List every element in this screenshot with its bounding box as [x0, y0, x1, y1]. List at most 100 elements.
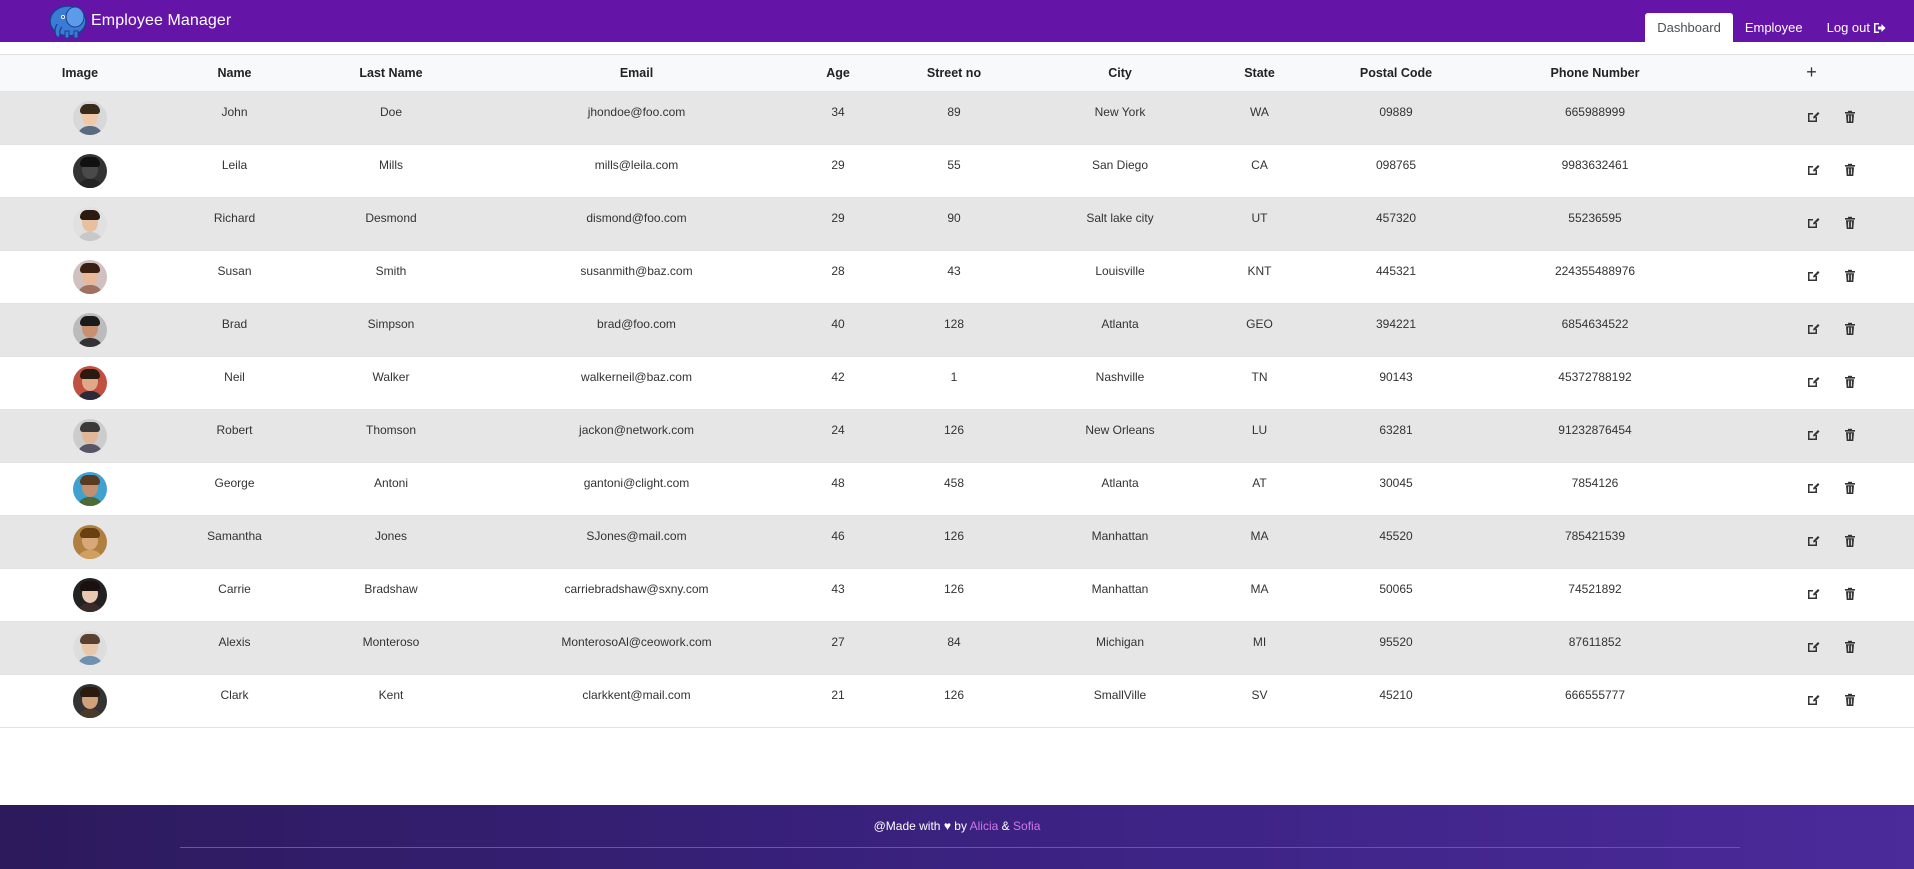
- cell-age: 27: [831, 635, 845, 649]
- image-cell: [0, 251, 160, 304]
- cell-city: New Orleans: [1085, 423, 1155, 437]
- header-image: Image: [61, 66, 99, 80]
- cell-last-name: Simpson: [367, 317, 415, 331]
- image-cell: [0, 516, 160, 569]
- edit-icon[interactable]: [1806, 110, 1820, 124]
- actions-cell: [1709, 92, 1914, 145]
- cell-email: carriebradshaw@sxny.com: [564, 582, 709, 596]
- trash-icon[interactable]: [1843, 428, 1857, 442]
- table-row: George Antoni gantoni@clight.com 48 458 Atlan…: [0, 462, 1914, 516]
- trash-icon[interactable]: [1843, 587, 1857, 601]
- footer: @Made with ♥ by Alicia & Sofia: [0, 805, 1914, 869]
- cell-age: 46: [831, 529, 845, 543]
- trash-icon[interactable]: [1843, 375, 1857, 389]
- trash-icon[interactable]: [1843, 269, 1857, 283]
- cell-name: Richard: [213, 211, 256, 225]
- trash-icon[interactable]: [1843, 163, 1857, 177]
- cell-name: Clark: [220, 688, 249, 702]
- cell-city: Louisville: [1095, 264, 1145, 278]
- avatar: [72, 578, 107, 612]
- image-cell: [0, 675, 160, 728]
- cell-age: 42: [831, 370, 845, 384]
- trash-icon[interactable]: [1843, 110, 1857, 124]
- cell-last-name: Smith: [375, 264, 407, 278]
- cell-street-no: 55: [947, 158, 961, 172]
- cell-street-no: 126: [943, 582, 965, 596]
- avatar: [72, 366, 107, 400]
- edit-icon[interactable]: [1806, 481, 1820, 495]
- actions-cell: [1709, 675, 1914, 728]
- cell-city: New York: [1094, 105, 1146, 119]
- author-link-alicia[interactable]: Alicia: [970, 819, 999, 833]
- trash-icon[interactable]: [1843, 693, 1857, 707]
- header-city: City: [1108, 66, 1132, 80]
- trash-icon[interactable]: [1843, 640, 1857, 654]
- avatar: [72, 472, 107, 506]
- cell-state: SV: [1251, 688, 1268, 702]
- employee-table: Image Name Last Name Email Age Street no…: [0, 54, 1914, 728]
- cell-email: brad@foo.com: [597, 317, 676, 331]
- cell-state: MI: [1252, 635, 1267, 649]
- actions-cell: [1709, 145, 1914, 198]
- nav-links: Dashboard Employee Log out: [1645, 0, 1914, 42]
- edit-icon[interactable]: [1806, 640, 1820, 654]
- edit-icon[interactable]: [1806, 322, 1820, 336]
- trash-icon[interactable]: [1843, 216, 1857, 230]
- elephant-logo-icon: [49, 5, 87, 39]
- cell-street-no: 126: [943, 423, 965, 437]
- cell-street-no: 128: [943, 317, 965, 331]
- cell-last-name: Kent: [378, 688, 404, 702]
- nav-logout[interactable]: Log out: [1815, 13, 1914, 42]
- edit-icon[interactable]: [1806, 269, 1820, 283]
- trash-icon[interactable]: [1843, 322, 1857, 336]
- avatar: [72, 419, 107, 453]
- edit-icon[interactable]: [1806, 216, 1820, 230]
- edit-icon[interactable]: [1806, 375, 1820, 389]
- cell-street-no: 126: [943, 529, 965, 543]
- edit-icon[interactable]: [1806, 587, 1820, 601]
- cell-email: SJones@mail.com: [586, 529, 687, 543]
- cell-name: Carrie: [218, 582, 251, 596]
- header-name: Name: [217, 66, 252, 80]
- footer-prefix: @Made with: [873, 819, 941, 833]
- table-row: Samantha Jones SJones@mail.com 46 126 Manhatt…: [0, 515, 1914, 569]
- cell-phone: 666555777: [1564, 688, 1626, 702]
- cell-age: 29: [831, 158, 845, 172]
- cell-city: Atlanta: [1101, 317, 1139, 331]
- trash-icon[interactable]: [1843, 481, 1857, 495]
- brand[interactable]: Employee Manager: [47, 0, 231, 42]
- cell-city: Atlanta: [1101, 476, 1139, 490]
- cell-state: CA: [1251, 158, 1268, 172]
- image-cell: [0, 622, 160, 675]
- author-link-sofia[interactable]: Sofia: [1013, 819, 1040, 833]
- actions-cell: [1709, 198, 1914, 251]
- add-employee-button[interactable]: +: [1806, 62, 1817, 82]
- edit-icon[interactable]: [1806, 693, 1820, 707]
- cell-phone: 45372788192: [1558, 370, 1632, 384]
- cell-postal-code: 394221: [1375, 317, 1417, 331]
- cell-email: dismond@foo.com: [586, 211, 687, 225]
- table-row: Clark Kent clarkkent@mail.com 21 126 SmallVil…: [0, 674, 1914, 728]
- actions-cell: [1709, 251, 1914, 304]
- header-postal-code: Postal Code: [1359, 66, 1433, 80]
- cell-postal-code: 098765: [1375, 158, 1417, 172]
- navbar: Employee Manager Dashboard Employee Log …: [0, 0, 1914, 42]
- image-cell: [0, 357, 160, 410]
- nav-employee[interactable]: Employee: [1733, 13, 1815, 42]
- trash-icon[interactable]: [1843, 534, 1857, 548]
- cell-city: SmallVille: [1093, 688, 1147, 702]
- cell-age: 34: [831, 105, 845, 119]
- cell-postal-code: 50065: [1379, 582, 1413, 596]
- cell-name: Susan: [217, 264, 252, 278]
- edit-icon[interactable]: [1806, 428, 1820, 442]
- edit-icon[interactable]: [1806, 534, 1820, 548]
- table-row: Robert Thomson jackon@network.com 24 126 New …: [0, 409, 1914, 463]
- cell-state: GEO: [1246, 317, 1273, 331]
- cell-state: WA: [1250, 105, 1269, 119]
- cell-name: Brad: [221, 317, 248, 331]
- nav-dashboard[interactable]: Dashboard: [1645, 13, 1733, 42]
- cell-email: MonterosoAl@ceowork.com: [561, 635, 712, 649]
- edit-icon[interactable]: [1806, 163, 1820, 177]
- cell-state: AT: [1252, 476, 1267, 490]
- cell-name: George: [214, 476, 255, 490]
